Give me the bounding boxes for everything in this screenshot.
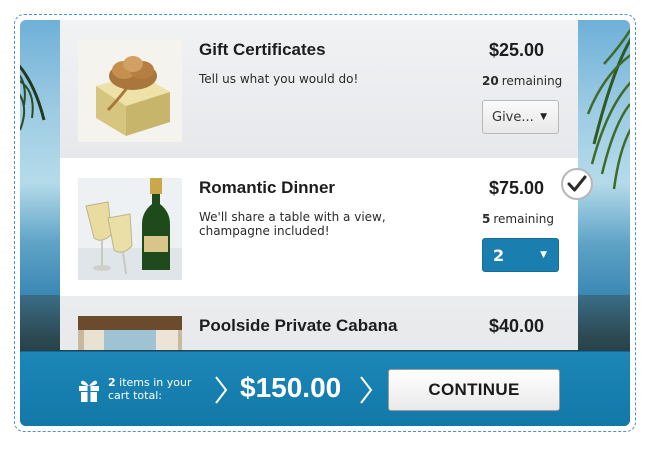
quantity-dropdown[interactable]: 2 ▼ — [482, 238, 559, 272]
remaining-count: 20 remaining — [482, 74, 562, 88]
product-item-romantic-dinner[interactable]: Romantic Dinner We'll share a table with… — [60, 158, 578, 296]
quantity-value: Give... — [492, 109, 534, 125]
palm-frond-left — [20, 64, 46, 131]
remaining-number: 5 — [482, 212, 491, 226]
chevron-right-icon — [215, 376, 228, 404]
cart-count: 2 — [108, 376, 116, 389]
cart-total: $150.00 — [240, 372, 342, 403]
product-price: $75.00 — [488, 178, 544, 198]
remaining-number: 20 — [482, 74, 499, 88]
product-item-gift-certificates[interactable]: Gift Certificates Tell us what you would… — [60, 20, 578, 158]
quantity-value: 2 — [493, 245, 505, 265]
dropdown-arrow-icon: ▼ — [540, 112, 547, 122]
continue-button[interactable]: CONTINUE — [388, 369, 560, 411]
cart-label-line1: items in your — [119, 376, 192, 389]
quantity-dropdown[interactable]: Give... ▼ — [482, 100, 559, 134]
remaining-count: 5 remaining — [482, 212, 554, 226]
checkout-widget: Gift Certificates Tell us what you would… — [20, 20, 630, 426]
product-description: Tell us what you would do! — [199, 72, 359, 86]
product-title: Gift Certificates — [199, 40, 326, 59]
product-list[interactable]: Gift Certificates Tell us what you would… — [60, 20, 578, 350]
gift-icon — [79, 380, 99, 402]
product-description: We'll share a table with a view, champag… — [199, 210, 386, 238]
remaining-label: remaining — [501, 74, 563, 88]
cabana-image — [78, 316, 182, 350]
selected-check-icon — [561, 168, 593, 200]
product-item-poolside-cabana[interactable]: Poolside Private Cabana $40.00 — [60, 296, 578, 350]
remaining-label: remaining — [493, 212, 554, 226]
dropdown-arrow-icon: ▼ — [540, 250, 547, 260]
champagne-image — [78, 178, 182, 280]
product-title: Romantic Dinner — [199, 178, 336, 197]
product-price: $25.00 — [488, 40, 544, 60]
cart-summary: 2 items in your cart total: — [108, 376, 198, 402]
gift-box-image — [78, 40, 182, 142]
chevron-right-icon — [360, 376, 373, 404]
product-price: $40.00 — [488, 316, 544, 336]
cart-footer: 2 items in your cart total: $150.00 CONT… — [20, 351, 630, 426]
product-title: Poolside Private Cabana — [199, 316, 398, 335]
cart-label-line2: cart total: — [108, 389, 162, 402]
